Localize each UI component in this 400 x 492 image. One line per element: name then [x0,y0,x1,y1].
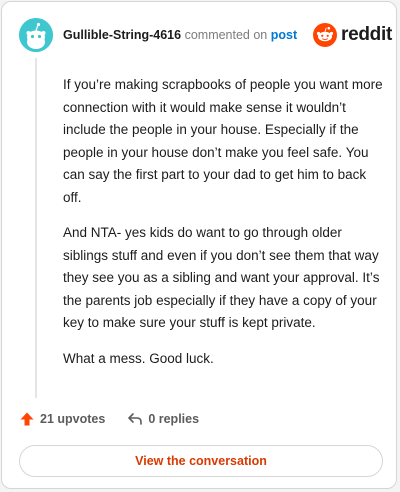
thread-line [35,58,37,398]
comment-paragraph: What a mess. Good luck. [63,350,214,366]
comment-body: If you’re making scrapbooks of people yo… [63,74,383,383]
replies-button[interactable]: 0 replies [127,411,199,427]
comment-header: Gullible-String-4616 commented on post [63,28,297,42]
upvote-button[interactable]: 21 upvotes [19,411,105,427]
reddit-wordmark: reddit [341,24,392,45]
comment-paragraph: And NTA- yes kids do want to go through … [63,225,380,330]
comment-paragraph: If you’re making scrapbooks of people yo… [63,77,383,205]
upvote-count: 21 upvotes [40,412,106,426]
comment-card: Gullible-String-4616 commented on post r… [1,1,397,489]
username[interactable]: Gullible-String-4616 [63,28,181,42]
post-link[interactable]: post [271,28,297,42]
view-conversation-button[interactable]: View the conversation [19,445,383,477]
commented-on-text: commented on [184,28,268,42]
upvote-arrow-icon [20,412,34,426]
reply-count: 0 replies [148,412,200,426]
comment-actions: 21 upvotes 0 replies [19,411,199,427]
reddit-logo-icon [313,23,337,47]
reddit-logo[interactable]: reddit [313,22,392,48]
snoo-avatar-icon [19,18,53,52]
avatar[interactable] [19,18,53,52]
reply-arrow-icon [128,413,143,425]
